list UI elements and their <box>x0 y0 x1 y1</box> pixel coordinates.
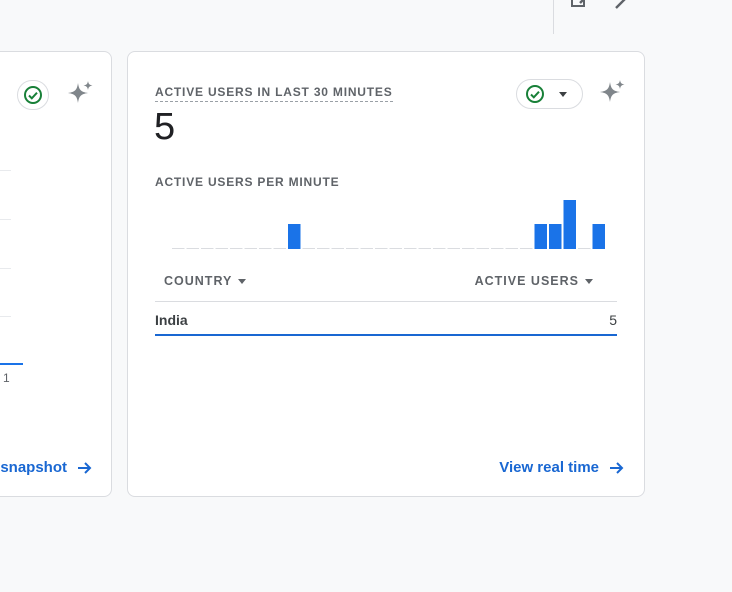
view-real-time-link[interactable]: View real time <box>499 459 625 476</box>
active-users-cell: 5 <box>609 312 617 328</box>
chart-bar[interactable] <box>549 224 562 249</box>
chart-bar-empty <box>520 248 533 249</box>
view-snapshot-link[interactable]: snapshot <box>0 459 93 476</box>
chart-bar-empty <box>346 248 359 249</box>
chevron-down-icon <box>559 91 567 97</box>
chart-bar-empty <box>389 248 402 249</box>
table-row[interactable]: India 5 <box>155 308 617 336</box>
chart-bar-empty <box>302 248 315 249</box>
country-column-header[interactable]: COUNTRY <box>164 274 247 288</box>
chart-bar-empty <box>375 248 388 249</box>
link-label: View real time <box>499 459 599 476</box>
chart-bar-empty <box>447 248 460 249</box>
chart-bar-empty <box>433 248 446 249</box>
metric-label[interactable]: ACTIVE USERS IN LAST 30 MINUTES <box>155 85 393 102</box>
sparkle-icon[interactable] <box>599 79 627 107</box>
toolbar-divider <box>553 0 554 34</box>
chart-bar-empty <box>476 248 489 249</box>
chart-bar-empty <box>273 248 286 249</box>
chart-bar[interactable] <box>288 224 301 249</box>
chart-bar-empty <box>215 248 228 249</box>
arrow-right-icon <box>610 461 624 474</box>
chart-bar-empty <box>259 248 272 249</box>
check-circle-icon <box>24 86 42 104</box>
chart-bar-empty <box>418 248 431 249</box>
chart-bar-empty <box>462 248 475 249</box>
chart-bar[interactable] <box>563 200 577 249</box>
chart-bar-empty <box>244 248 257 249</box>
country-cell: India <box>155 312 188 328</box>
grid-line <box>0 268 11 269</box>
grid-line <box>0 219 11 220</box>
active-users-column-header[interactable]: ACTIVE USERS <box>475 274 593 288</box>
grid-line <box>0 316 11 317</box>
chart-bar-empty <box>360 248 373 249</box>
chart-bar-empty <box>186 248 199 249</box>
active-users-per-minute-chart <box>172 200 606 249</box>
realtime-card: ACTIVE USERS IN LAST 30 MINUTES 5 ACTIVE… <box>127 51 645 497</box>
status-pill[interactable] <box>17 80 49 110</box>
status-dropdown[interactable] <box>516 79 583 109</box>
chart-bar-empty <box>230 248 243 249</box>
check-circle-icon <box>526 85 544 103</box>
sort-caret-icon <box>585 278 593 284</box>
arrow-right-icon <box>78 461 92 474</box>
chart-bar-empty <box>331 248 344 249</box>
link-label: snapshot <box>0 459 67 476</box>
table-header: COUNTRY ACTIVE USERS <box>164 274 593 288</box>
chart-bar-empty <box>578 248 591 249</box>
wand-icon[interactable] <box>614 0 636 10</box>
chart-bar-empty <box>172 248 185 249</box>
grid-line <box>0 170 11 171</box>
edit-icon[interactable] <box>570 0 592 10</box>
sparkle-icon[interactable] <box>67 80 95 108</box>
column-label: COUNTRY <box>164 274 233 288</box>
chart-bar-empty <box>317 248 330 249</box>
chart-label: ACTIVE USERS PER MINUTE <box>155 175 340 189</box>
chart-bar-empty <box>491 248 504 249</box>
sort-caret-icon <box>238 278 247 284</box>
chart-bar-empty <box>201 248 214 249</box>
chart-bar[interactable] <box>534 224 548 249</box>
chart-bar-empty <box>505 248 518 249</box>
snapshot-card: 1 snapshot <box>0 51 112 497</box>
metric-value: 5 <box>154 106 176 148</box>
table-divider <box>155 301 617 302</box>
axis-tick-label: 1 <box>3 371 10 385</box>
column-label: ACTIVE USERS <box>474 274 579 288</box>
chart-bar[interactable] <box>592 224 606 249</box>
chart-baseline <box>0 363 23 365</box>
chart-bar-empty <box>404 248 417 249</box>
